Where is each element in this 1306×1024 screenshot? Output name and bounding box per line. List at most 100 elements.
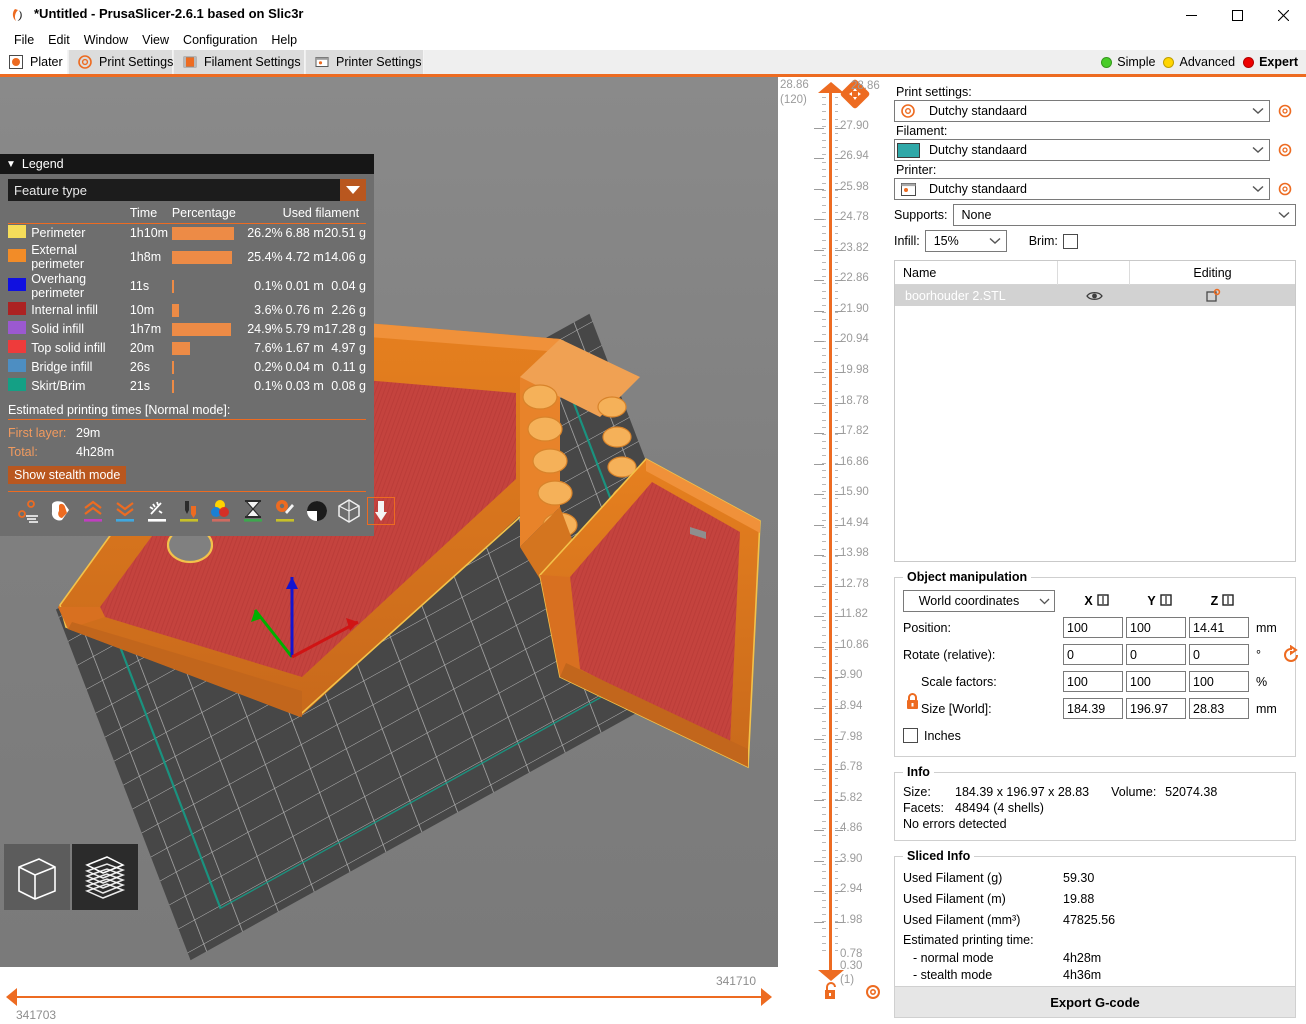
reset-rotation-icon[interactable] — [1281, 644, 1301, 670]
table-row[interactable]: Perimeter 1h10m 26.2% 6.88 m 20.51 g — [8, 224, 366, 243]
mode-advanced[interactable]: Advanced — [1163, 55, 1235, 69]
pause-prints-icon[interactable] — [240, 498, 266, 524]
size-x-input[interactable]: 184.39 — [1063, 698, 1123, 719]
table-row[interactable]: Solid infill 1h7m 24.9% 5.79 m 17.28 g — [8, 320, 366, 339]
table-row[interactable]: Top solid infill 20m 7.6% 1.67 m 4.97 g — [8, 339, 366, 358]
layers-slider-minor-tick — [835, 111, 838, 113]
table-row[interactable]: boorhouder 2.STL — [895, 285, 1295, 306]
layers-slider-tick — [835, 524, 843, 526]
export-gcode-button[interactable]: Export G-code — [894, 986, 1296, 1018]
layers-slider-upper-handle[interactable] — [818, 82, 844, 93]
travel-paths-icon[interactable] — [16, 498, 42, 524]
layers-slider-track[interactable] — [829, 90, 832, 978]
tab-printer-settings[interactable]: Printer Settings — [306, 50, 424, 74]
layers-slider-minor-tick — [835, 462, 838, 464]
printer-gear-icon[interactable] — [1274, 178, 1296, 200]
moves-slider-lower-handle[interactable] — [6, 988, 17, 1006]
custom-gcodes-icon[interactable] — [272, 498, 298, 524]
inches-checkbox[interactable] — [903, 728, 918, 743]
axis-drag-icon[interactable] — [1222, 593, 1235, 609]
table-row[interactable]: Overhang perimeter 11s 0.1% 0.01 m 0.04 … — [8, 272, 366, 301]
color-changes-icon[interactable] — [208, 498, 234, 524]
size-z-input[interactable]: 28.83 — [1189, 698, 1249, 719]
tool-marker-icon[interactable] — [367, 496, 395, 525]
menu-help[interactable]: Help — [264, 31, 304, 49]
chevron-down-icon[interactable] — [1247, 185, 1269, 193]
filament-gear-icon[interactable] — [1274, 139, 1296, 161]
position-y-input[interactable]: 100 — [1126, 617, 1186, 638]
printer-combo[interactable]: Dutchy standaard — [894, 178, 1270, 200]
axis-drag-icon[interactable] — [1159, 593, 1172, 609]
deretractions-icon[interactable] — [112, 498, 138, 524]
locked-icon[interactable] — [905, 692, 920, 715]
menu-file[interactable]: File — [7, 31, 41, 49]
menu-window[interactable]: Window — [77, 31, 135, 49]
close-button[interactable] — [1260, 0, 1306, 30]
collapse-caret-icon[interactable]: ▼ — [6, 159, 16, 170]
moves-slider-track[interactable] — [14, 996, 764, 998]
print-settings-gear-icon[interactable] — [1274, 100, 1296, 122]
tab-print-settings[interactable]: Print Settings — [69, 50, 173, 74]
chevron-down-icon[interactable] — [1273, 211, 1295, 219]
menu-edit[interactable]: Edit — [41, 31, 77, 49]
show-stealth-mode-button[interactable]: Show stealth mode — [8, 465, 127, 484]
seams-icon[interactable] — [80, 498, 106, 524]
rotate-x-input[interactable]: 0 — [1063, 644, 1123, 665]
chevron-down-icon[interactable] — [984, 237, 1006, 245]
eye-icon[interactable] — [1058, 290, 1130, 302]
menu-view[interactable]: View — [135, 31, 176, 49]
gear-icon[interactable] — [864, 983, 882, 1006]
scale-z-input[interactable]: 100 — [1189, 671, 1249, 692]
wipe-icon[interactable] — [144, 498, 170, 524]
print-settings-combo[interactable]: Dutchy standaard — [894, 100, 1270, 122]
chevron-down-icon[interactable] — [1247, 107, 1269, 115]
table-row[interactable]: Internal infill 10m 3.6% 0.76 m 2.26 g — [8, 301, 366, 320]
legend-header[interactable]: ▼ Legend — [0, 154, 374, 174]
legend-icon[interactable] — [336, 498, 362, 524]
scale-x-input[interactable]: 100 — [1063, 671, 1123, 692]
view-type-dropdown-arrow[interactable] — [340, 179, 366, 201]
maximize-button[interactable] — [1214, 0, 1260, 30]
infill-select[interactable]: 15% — [924, 230, 1007, 252]
chevron-down-icon[interactable] — [1034, 598, 1054, 605]
rotate-z-input[interactable]: 0 — [1189, 644, 1249, 665]
coordinates-select[interactable]: World coordinates — [903, 590, 1055, 612]
layers-slider-top-layer: (120) — [780, 94, 807, 106]
position-z-input[interactable]: 14.41 — [1189, 617, 1249, 638]
legend-time: 1h8m — [129, 250, 162, 264]
retractions-icon[interactable] — [48, 498, 74, 524]
table-row[interactable]: Bridge infill 26s 0.2% 0.04 m 0.11 g — [8, 358, 366, 377]
chevron-down-icon[interactable] — [1247, 146, 1269, 154]
filament-combo[interactable]: Dutchy standaard — [894, 139, 1270, 161]
layers-slider-minor-tick — [835, 756, 838, 758]
3d-viewport[interactable]: ▼ Legend Feature type Time Percentage Us… — [0, 77, 778, 967]
view-type-combo[interactable]: Feature type — [8, 179, 366, 201]
object-list[interactable]: Name Editing boorhouder 2.STL — [894, 260, 1296, 562]
size-y-input[interactable]: 196.97 — [1126, 698, 1186, 719]
unlocked-icon[interactable] — [822, 981, 840, 1006]
scale-y-input[interactable]: 100 — [1126, 671, 1186, 692]
shells-icon[interactable] — [304, 498, 330, 524]
rotate-y-input[interactable]: 0 — [1126, 644, 1186, 665]
layers-slider-minor-tick — [822, 312, 826, 313]
minimize-button[interactable] — [1168, 0, 1214, 30]
axis-drag-icon[interactable] — [1096, 593, 1109, 609]
brim-checkbox[interactable] — [1062, 233, 1078, 249]
layers-slider-minor-tick — [835, 304, 838, 306]
mode-expert[interactable]: Expert — [1243, 55, 1298, 69]
tab-filament-settings[interactable]: Filament Settings — [174, 50, 305, 74]
mode-simple[interactable]: Simple — [1101, 55, 1155, 69]
supports-select[interactable]: None — [952, 204, 1296, 226]
position-x-input[interactable]: 100 — [1063, 617, 1123, 638]
table-row[interactable]: Skirt/Brim 21s 0.1% 0.03 m 0.08 g — [8, 377, 366, 396]
moves-slider[interactable]: 341710 341703 — [0, 967, 778, 1024]
editing-icon[interactable] — [1130, 288, 1295, 304]
moves-slider-upper-handle[interactable] — [761, 988, 772, 1006]
tool-changes-icon[interactable] — [176, 498, 202, 524]
view-preview-button[interactable] — [72, 844, 138, 910]
view-3d-editor-button[interactable] — [4, 844, 70, 910]
tab-plater[interactable]: Plater — [0, 50, 68, 74]
table-row[interactable]: External perimeter 1h8m 25.4% 4.72 m 14.… — [8, 243, 366, 272]
menu-configuration[interactable]: Configuration — [176, 31, 264, 49]
layers-slider[interactable]: 28.86 (120) 28.86 27.90 26.94 25.98 24.78 23… — [778, 77, 888, 1024]
